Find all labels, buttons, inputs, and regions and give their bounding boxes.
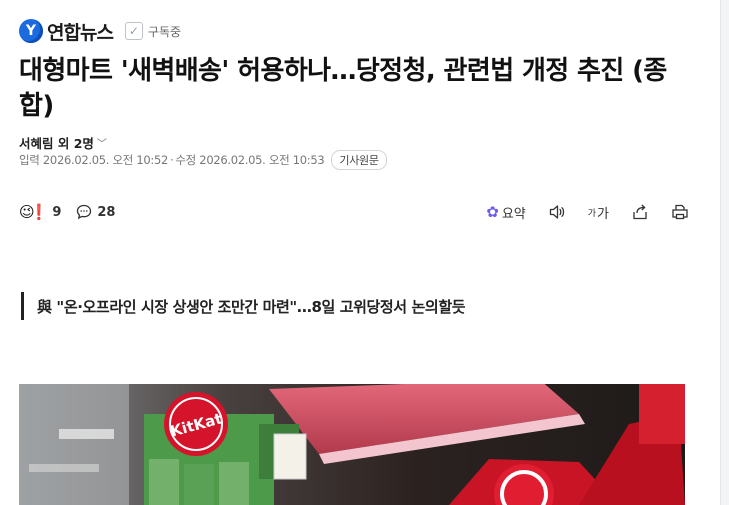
date-separator: ·	[170, 153, 174, 167]
reaction-emoji-icon[interactable]: 😉❗	[19, 203, 48, 221]
kitkat-shelf-image: KitKat	[19, 384, 685, 505]
scrollbar[interactable]	[720, 0, 729, 505]
subscribe-button[interactable]: 구독중	[148, 23, 181, 40]
article-page: Y 연합뉴스 ✓ 구독중 대형마트 '새벽배송' 허용하나…당정청, 관련법 개…	[0, 0, 729, 505]
font-size-button[interactable]: 가가	[588, 203, 609, 222]
article-photo[interactable]: KitKat	[19, 384, 685, 505]
listen-button[interactable]	[548, 203, 566, 221]
share-icon	[633, 204, 647, 220]
font-size-label: 가	[597, 206, 609, 222]
date-row: 입력 2026.02.05. 오전 10:52 · 수정 2026.02.05.…	[19, 150, 387, 170]
subscribe-check-icon[interactable]: ✓	[124, 22, 143, 40]
publisher-name[interactable]: 연합뉴스	[47, 18, 114, 45]
summary-sparkle-icon: ✿	[486, 203, 499, 221]
print-icon	[672, 204, 688, 220]
chevron-down-icon[interactable]: ﹀	[97, 135, 107, 150]
summary-button[interactable]: ✿ 요약	[486, 203, 526, 222]
article-tools: ✿ 요약 가가	[464, 200, 689, 224]
article-subheading: 與 "온·오프라인 시장 상생안 조만간 마련"…8일 고위당정서 논의할듯	[21, 292, 466, 320]
publisher-bar: Y 연합뉴스 ✓ 구독중	[19, 18, 181, 44]
comment-icon[interactable]	[76, 204, 92, 220]
share-button[interactable]	[631, 203, 649, 221]
print-button[interactable]	[671, 203, 689, 221]
summary-label: 요약	[501, 206, 526, 222]
article-headline: 대형마트 '새벽배송' 허용하나…당정청, 관련법 개정 추진 (종합)	[19, 56, 667, 121]
edit-date: 수정 2026.02.05. 오전 10:53	[175, 153, 325, 167]
reaction-count[interactable]: 9	[52, 205, 61, 220]
action-bar: 😉❗ 9 28 ✿ 요약 가가	[19, 200, 689, 224]
input-date: 입력 2026.02.05. 오전 10:52	[19, 153, 169, 167]
comment-count[interactable]: 28	[97, 205, 115, 220]
font-size-small-icon: 가	[587, 208, 597, 219]
original-article-button[interactable]: 기사원문	[331, 150, 387, 170]
publisher-logo-icon[interactable]: Y	[19, 19, 43, 43]
speaker-icon	[549, 205, 564, 219]
